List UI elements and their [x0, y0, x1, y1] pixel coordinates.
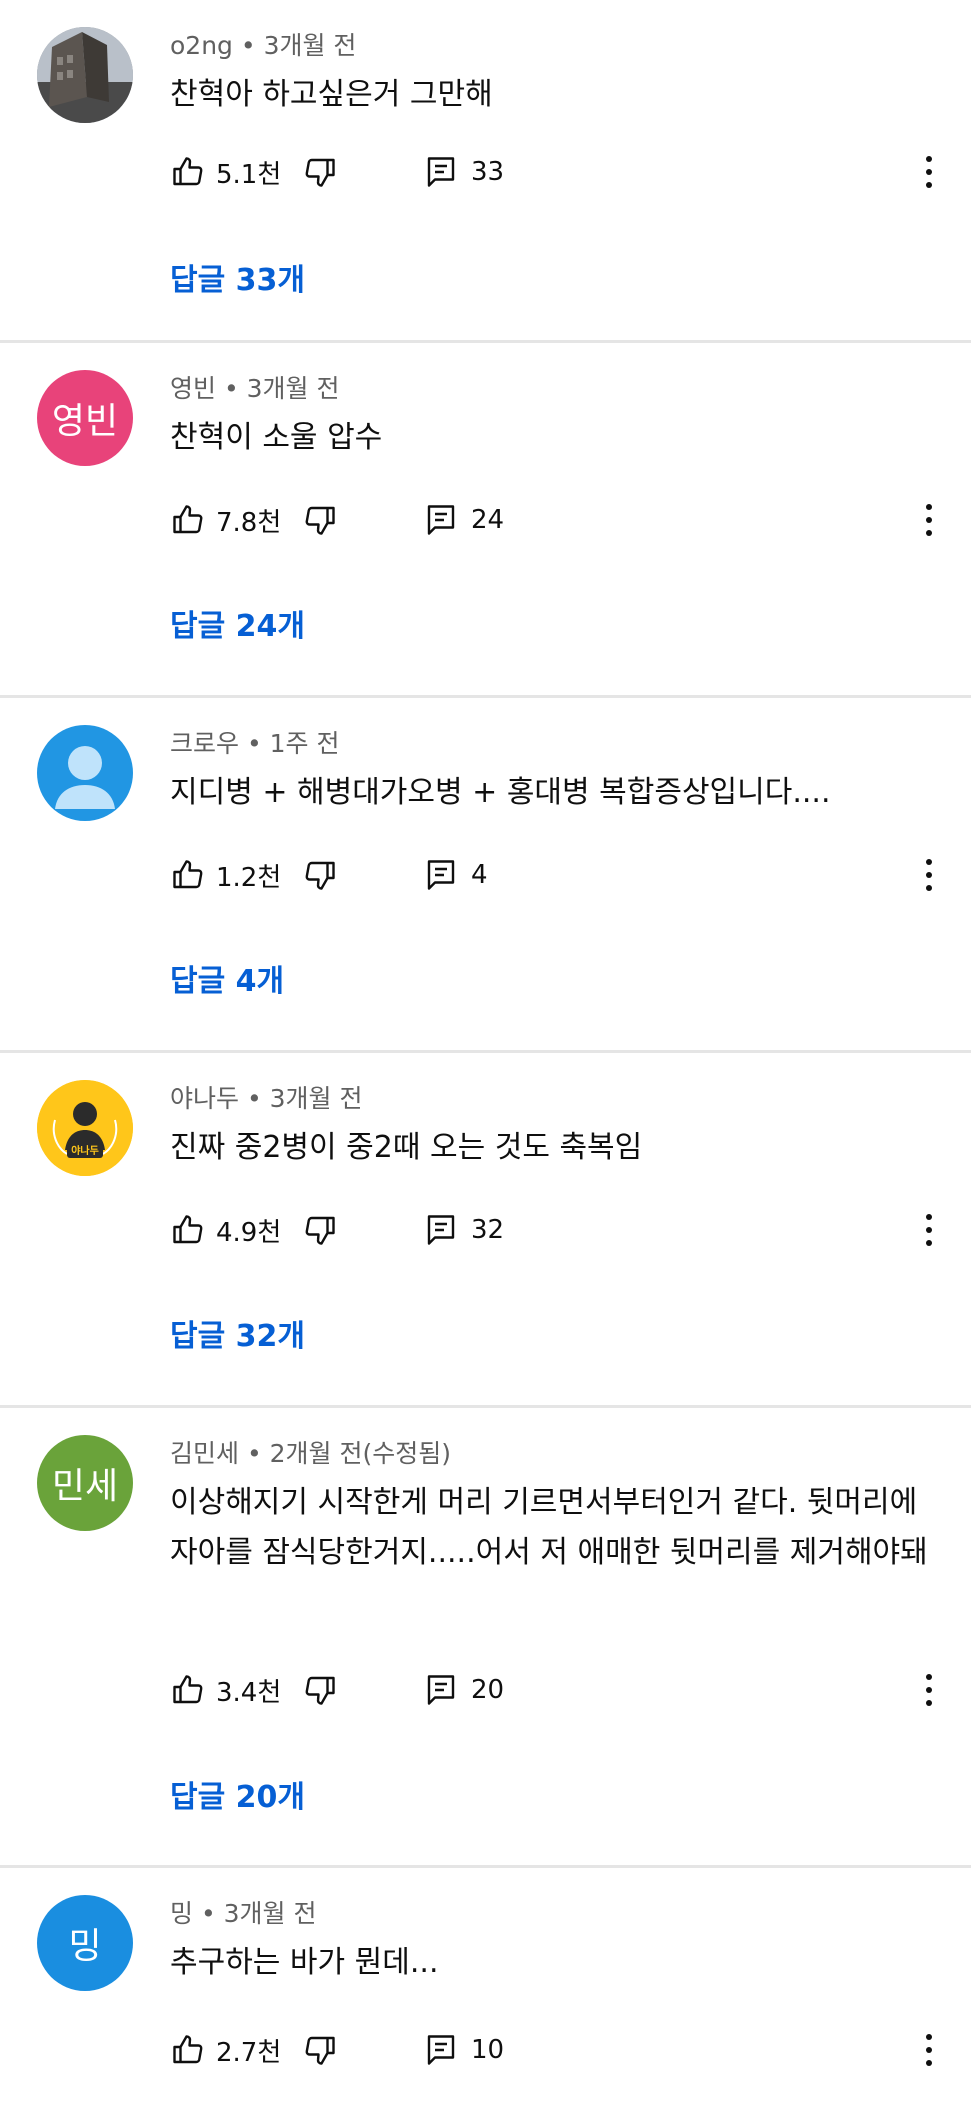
- comment-time: 3개월 전: [263, 31, 357, 60]
- comment-time: 2개월 전(수정됨): [269, 1439, 452, 1468]
- avatar[interactable]: [37, 27, 133, 123]
- thumb-down-icon[interactable]: [302, 1672, 338, 1708]
- avatar-initials: 밍: [68, 1926, 102, 1967]
- author-name[interactable]: 영빈: [170, 374, 216, 403]
- like-count: 7.8천: [216, 507, 282, 538]
- comment-icon[interactable]: [423, 2032, 459, 2068]
- author-name[interactable]: o2ng: [170, 31, 233, 60]
- avatar[interactable]: [37, 725, 133, 821]
- comment-meta: 밍 • 3개월 전: [170, 1899, 317, 1928]
- like-count: 5.1천: [216, 159, 282, 190]
- comment-meta: 영빈 • 3개월 전: [170, 374, 340, 403]
- view-replies-button[interactable]: 답글 33개: [170, 255, 305, 299]
- avatar-initials: 민세: [51, 1466, 119, 1507]
- author-name[interactable]: 밍: [170, 1899, 193, 1928]
- reply-count: 24: [471, 505, 505, 535]
- reply-count: 20: [471, 1675, 505, 1705]
- comment-meta: 야나두 • 3개월 전: [170, 1084, 363, 1113]
- thumb-down-icon[interactable]: [302, 502, 338, 538]
- view-replies-button[interactable]: 답글 20개: [170, 1772, 305, 1816]
- thumb-down-icon[interactable]: [302, 857, 338, 893]
- comment: 민세 김민세 • 2개월 전(수정됨) 이상해지기 시작한게 머리 기르면서부터…: [0, 1408, 971, 1868]
- thumb-up-icon[interactable]: [170, 1212, 206, 1248]
- reply-count: 32: [471, 1215, 505, 1245]
- thumb-down-icon[interactable]: [302, 154, 338, 190]
- comment: 영빈 영빈 • 3개월 전 찬혁이 소울 압수 7.8천 24 답글 24개: [0, 343, 971, 698]
- comment: o2ng • 3개월 전 찬혁아 하고싶은거 그만해 5.1천 33 답글 33…: [0, 0, 971, 343]
- comment-list: o2ng • 3개월 전 찬혁아 하고싶은거 그만해 5.1천 33 답글 33…: [0, 0, 971, 2106]
- comment-meta: o2ng • 3개월 전: [170, 31, 357, 60]
- comment: 밍 밍 • 3개월 전 추구하는 바가 뭔데... 2.7천 10: [0, 1868, 971, 2106]
- comment-icon[interactable]: [423, 502, 459, 538]
- avatar[interactable]: 밍: [37, 1895, 133, 1991]
- like-count: 4.9천: [216, 1217, 282, 1248]
- view-replies-button[interactable]: 답글 32개: [170, 1311, 305, 1355]
- like-count: 2.7천: [216, 2037, 282, 2068]
- like-count: 1.2천: [216, 862, 282, 893]
- more-vert-icon[interactable]: [919, 1670, 939, 1710]
- comment-text: 지디병 + 해병대가오병 + 홍대병 복합증상입니다....: [170, 775, 831, 810]
- thumb-up-icon[interactable]: [170, 1672, 206, 1708]
- thumb-up-icon[interactable]: [170, 857, 206, 893]
- default-avatar-icon: [55, 746, 115, 809]
- more-vert-icon[interactable]: [919, 1210, 939, 1250]
- comment-meta: 김민세 • 2개월 전(수정됨): [170, 1439, 452, 1468]
- comment-actions: 3.4천 20: [170, 1670, 504, 1710]
- yanadoo-logo-icon: [37, 1080, 133, 1176]
- comment-actions: 2.7천 10: [170, 2030, 504, 2070]
- thumb-up-icon[interactable]: [170, 154, 206, 190]
- comment-actions: 5.1천 33: [170, 152, 504, 192]
- comment-time: 3개월 전: [246, 374, 340, 403]
- comment-icon[interactable]: [423, 154, 459, 190]
- comment-text: 추구하는 바가 뭔데...: [170, 1945, 439, 1980]
- comment: 크로우 • 1주 전 지디병 + 해병대가오병 + 홍대병 복합증상입니다...…: [0, 698, 971, 1053]
- comment-time: 3개월 전: [223, 1899, 317, 1928]
- view-replies-button[interactable]: 답글 24개: [170, 601, 305, 645]
- thumb-up-icon[interactable]: [170, 502, 206, 538]
- comment-time: 1주 전: [269, 729, 340, 758]
- avatar[interactable]: 야나두: [37, 1080, 133, 1176]
- avatar-photo: [37, 27, 133, 123]
- author-name[interactable]: 김민세: [170, 1439, 239, 1468]
- comment-actions: 7.8천 24: [170, 500, 504, 540]
- comment-text: 찬혁이 소울 압수: [170, 420, 383, 455]
- avatar[interactable]: 민세: [37, 1435, 133, 1531]
- comment-meta: 크로우 • 1주 전: [170, 729, 340, 758]
- comment-icon[interactable]: [423, 1672, 459, 1708]
- more-vert-icon[interactable]: [919, 152, 939, 192]
- author-name[interactable]: 야나두: [170, 1084, 239, 1113]
- comment-icon[interactable]: [423, 857, 459, 893]
- comment-actions: 4.9천 32: [170, 1210, 504, 1250]
- author-name[interactable]: 크로우: [170, 729, 239, 758]
- more-vert-icon[interactable]: [919, 855, 939, 895]
- reply-count: 33: [471, 157, 505, 187]
- avatar[interactable]: 영빈: [37, 370, 133, 466]
- thumb-up-icon[interactable]: [170, 2032, 206, 2068]
- thumb-down-icon[interactable]: [302, 2032, 338, 2068]
- reply-count: 4: [471, 860, 488, 890]
- more-vert-icon[interactable]: [919, 500, 939, 540]
- comment-text: 찬혁아 하고싶은거 그만해: [170, 77, 493, 112]
- avatar-initials: 영빈: [51, 401, 119, 442]
- comment-text: 이상해지기 시작한게 머리 기르면서부터인거 같다. 뒷머리에 자아를 잠식당한…: [170, 1485, 928, 1570]
- comment-time: 3개월 전: [269, 1084, 363, 1113]
- like-count: 3.4천: [216, 1677, 282, 1708]
- logo-text: 야나두: [71, 1146, 99, 1157]
- more-vert-icon[interactable]: [919, 2030, 939, 2070]
- comment-actions: 1.2천 4: [170, 855, 488, 895]
- comment-text: 진짜 중2병이 중2때 오는 것도 축복임: [170, 1130, 643, 1165]
- thumb-down-icon[interactable]: [302, 1212, 338, 1248]
- view-replies-button[interactable]: 답글 4개: [170, 956, 284, 1000]
- reply-count: 10: [471, 2035, 505, 2065]
- comment: 야나두 야나두 • 3개월 전 진짜 중2병이 중2때 오는 것도 축복임 4.…: [0, 1053, 971, 1408]
- comment-icon[interactable]: [423, 1212, 459, 1248]
